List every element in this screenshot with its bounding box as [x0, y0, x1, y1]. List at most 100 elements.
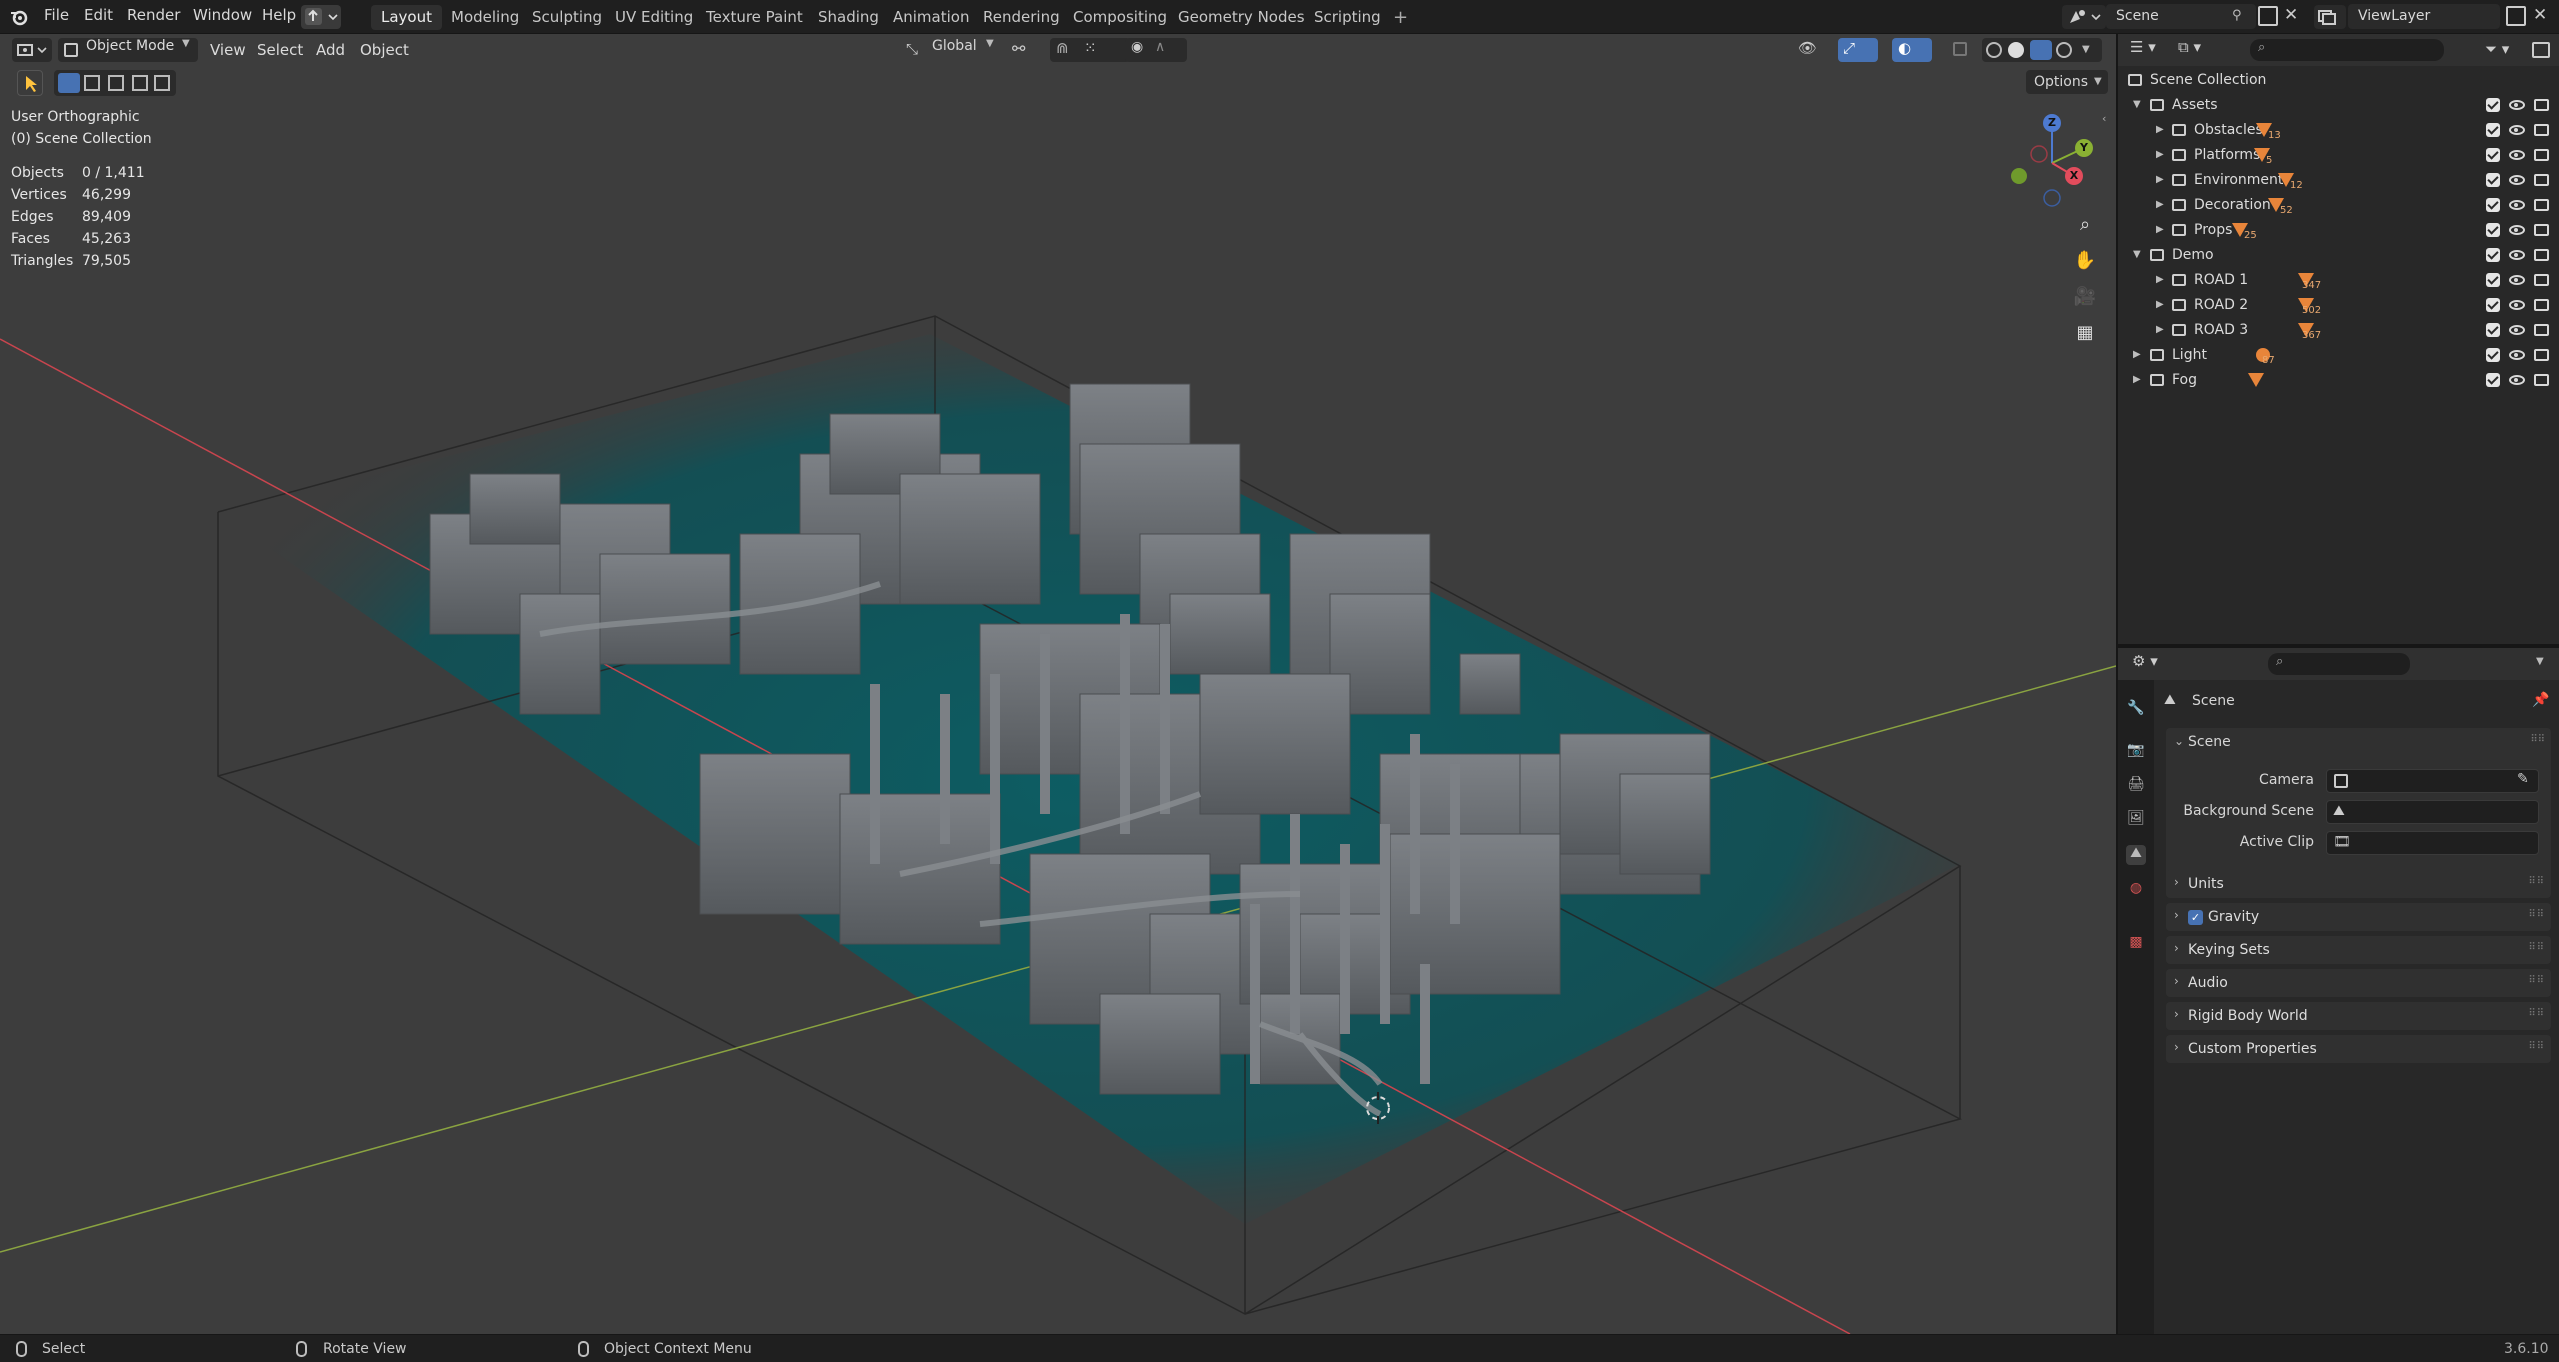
exclude-checkbox[interactable] — [2486, 248, 2500, 262]
tool-tab-icon[interactable]: 🔧 — [2126, 700, 2146, 720]
outliner-row-decoration[interactable]: ▶ Decoration 52 — [2118, 193, 2559, 218]
expand-arrow-icon[interactable]: ▶ — [2133, 374, 2141, 385]
tab-shading[interactable]: Shading — [808, 5, 889, 30]
outliner-row-environment[interactable]: ▶ Environment 12 — [2118, 168, 2559, 193]
proportional-editing-toggle[interactable]: ◉ ∧ — [1125, 38, 1187, 62]
exclude-checkbox[interactable] — [2486, 223, 2500, 237]
gizmo-z-axis[interactable]: Z — [2043, 114, 2061, 132]
material-shading-icon[interactable] — [2030, 40, 2052, 60]
menu-render[interactable]: Render — [127, 6, 180, 24]
exclude-checkbox[interactable] — [2486, 323, 2500, 337]
select-new-icon[interactable] — [58, 73, 80, 93]
expand-arrow-icon[interactable]: ▶ — [2156, 149, 2164, 160]
exclude-checkbox[interactable] — [2486, 298, 2500, 312]
chevron-down-icon[interactable]: ▼ — [2536, 656, 2544, 667]
menu-help[interactable]: Help — [262, 6, 296, 24]
grip-icon[interactable]: ⠿⠿ — [2530, 734, 2545, 745]
outliner-row-road-3[interactable]: ▶ ROAD 3 367 — [2118, 318, 2559, 343]
outliner-row-assets[interactable]: ▼ Assets — [2118, 93, 2559, 118]
expand-arrow-icon[interactable]: ▶ — [2156, 224, 2164, 235]
expand-arrow-icon[interactable]: ▶ — [2133, 349, 2141, 360]
menu-edit[interactable]: Edit — [84, 6, 113, 24]
select-extend-icon[interactable] — [84, 75, 100, 91]
xray-toggle[interactable] — [1950, 38, 1974, 62]
grip-icon[interactable]: ⠿⠿ — [2528, 1041, 2545, 1052]
outliner-row-road-1[interactable]: ▶ ROAD 1 347 — [2118, 268, 2559, 293]
eye-icon[interactable] — [2509, 200, 2525, 210]
scene-tab-icon[interactable]: ⛰ — [2126, 845, 2146, 865]
keying-sets-panel[interactable]: › Keying Sets ⠿⠿ — [2166, 936, 2551, 964]
render-tab-icon[interactable]: 📷 — [2126, 742, 2146, 762]
tab-modeling[interactable]: Modeling — [441, 5, 529, 30]
upload-icon[interactable] — [301, 5, 341, 29]
outliner-editor-type-button[interactable]: ☰ ▾ — [2130, 38, 2170, 62]
filter-icon[interactable]: ⏷ ▾ — [2485, 40, 2509, 58]
camera-render-icon[interactable] — [2534, 299, 2549, 311]
blender-logo-icon[interactable] — [9, 7, 29, 27]
grip-icon[interactable]: ⠿⠿ — [2528, 1008, 2545, 1019]
3d-viewport[interactable]: Object Mode ▼ View Select Add Object ⤡ G… — [0, 34, 2116, 1334]
eye-icon[interactable] — [2509, 325, 2525, 335]
camera-render-icon[interactable] — [2534, 224, 2549, 236]
output-tab-icon[interactable]: 🖨 — [2126, 776, 2146, 796]
properties-search-input[interactable]: ⌕ — [2268, 653, 2410, 675]
add-workspace-button[interactable]: + — [1383, 5, 1418, 30]
gravity-panel[interactable]: › ✓ Gravity ⠿⠿ — [2166, 903, 2551, 931]
chevron-down-icon[interactable]: ▼ — [2082, 38, 2090, 62]
gizmo-x-axis[interactable]: X — [2065, 167, 2083, 185]
eye-icon[interactable] — [2509, 225, 2525, 235]
texture-tab-icon[interactable]: ▩ — [2126, 934, 2146, 954]
eye-icon[interactable] — [2509, 300, 2525, 310]
menu-window[interactable]: Window — [193, 6, 252, 24]
eye-icon[interactable] — [2509, 350, 2525, 360]
tab-compositing[interactable]: Compositing — [1063, 5, 1177, 30]
outliner-row-demo[interactable]: ▼ Demo — [2118, 243, 2559, 268]
expand-arrow-icon[interactable]: ▶ — [2156, 324, 2164, 335]
custom-properties-panel[interactable]: › Custom Properties ⠿⠿ — [2166, 1035, 2551, 1063]
chevron-down-icon[interactable]: ⌄ — [2174, 734, 2184, 748]
perspective-grid-icon[interactable]: ▦ — [2071, 322, 2099, 350]
gravity-checkbox[interactable]: ✓ — [2188, 910, 2203, 925]
camera-render-icon[interactable] — [2534, 374, 2549, 386]
overlays-toggle[interactable]: ◐ — [1892, 38, 1932, 62]
view-layer-tab-icon[interactable]: 🖼 — [2126, 810, 2146, 830]
camera-render-icon[interactable] — [2534, 249, 2549, 261]
camera-render-icon[interactable] — [2534, 324, 2549, 336]
units-panel[interactable]: › Units ⠿⠿ — [2166, 870, 2551, 898]
select-invert-icon[interactable] — [132, 75, 148, 91]
eye-icon[interactable] — [2509, 250, 2525, 260]
camera-render-icon[interactable] — [2534, 349, 2549, 361]
new-view-layer-icon[interactable] — [2506, 6, 2526, 26]
eye-icon[interactable] — [2509, 150, 2525, 160]
eye-icon[interactable] — [2509, 275, 2525, 285]
camera-render-icon[interactable] — [2534, 274, 2549, 286]
eye-icon[interactable] — [2509, 175, 2525, 185]
tab-scripting[interactable]: Scripting — [1304, 5, 1391, 30]
camera-view-icon[interactable]: 🎥 — [2071, 286, 2099, 314]
grip-icon[interactable]: ⠿⠿ — [2528, 975, 2545, 986]
exclude-checkbox[interactable] — [2486, 173, 2500, 187]
exclude-checkbox[interactable] — [2486, 373, 2500, 387]
expand-arrow-icon[interactable]: ▶ — [2156, 274, 2164, 285]
gizmo-y-axis[interactable]: Y — [2075, 139, 2093, 157]
world-tab-icon[interactable]: ◍ — [2126, 880, 2146, 900]
pivot-point-button[interactable]: ⚯ — [1008, 38, 1048, 62]
mode-dropdown[interactable]: Object Mode ▼ — [58, 38, 198, 62]
tab-layout[interactable]: Layout — [371, 5, 442, 30]
select-tool-icon[interactable] — [17, 70, 43, 96]
camera-render-icon[interactable] — [2534, 124, 2549, 136]
display-mode-button[interactable]: ⧉ ▾ — [2178, 38, 2218, 62]
outliner-row-props[interactable]: ▶ Props 25 — [2118, 218, 2559, 243]
solid-shading-icon[interactable] — [2008, 42, 2024, 58]
outliner-row-scene-collection[interactable]: Scene Collection — [2118, 68, 2559, 93]
tab-sculpting[interactable]: Sculpting — [522, 5, 612, 30]
sidebar-toggle-icon[interactable]: ‹ — [2102, 112, 2106, 125]
exclude-checkbox[interactable] — [2486, 98, 2500, 112]
pin-icon[interactable]: 📌 — [2532, 692, 2549, 708]
new-scene-icon[interactable] — [2258, 6, 2278, 26]
tab-uv-editing[interactable]: UV Editing — [605, 5, 703, 30]
exclude-checkbox[interactable] — [2486, 198, 2500, 212]
camera-render-icon[interactable] — [2534, 149, 2549, 161]
background-scene-field[interactable]: ⛰ — [2326, 800, 2539, 824]
editor-type-button[interactable] — [12, 38, 52, 62]
